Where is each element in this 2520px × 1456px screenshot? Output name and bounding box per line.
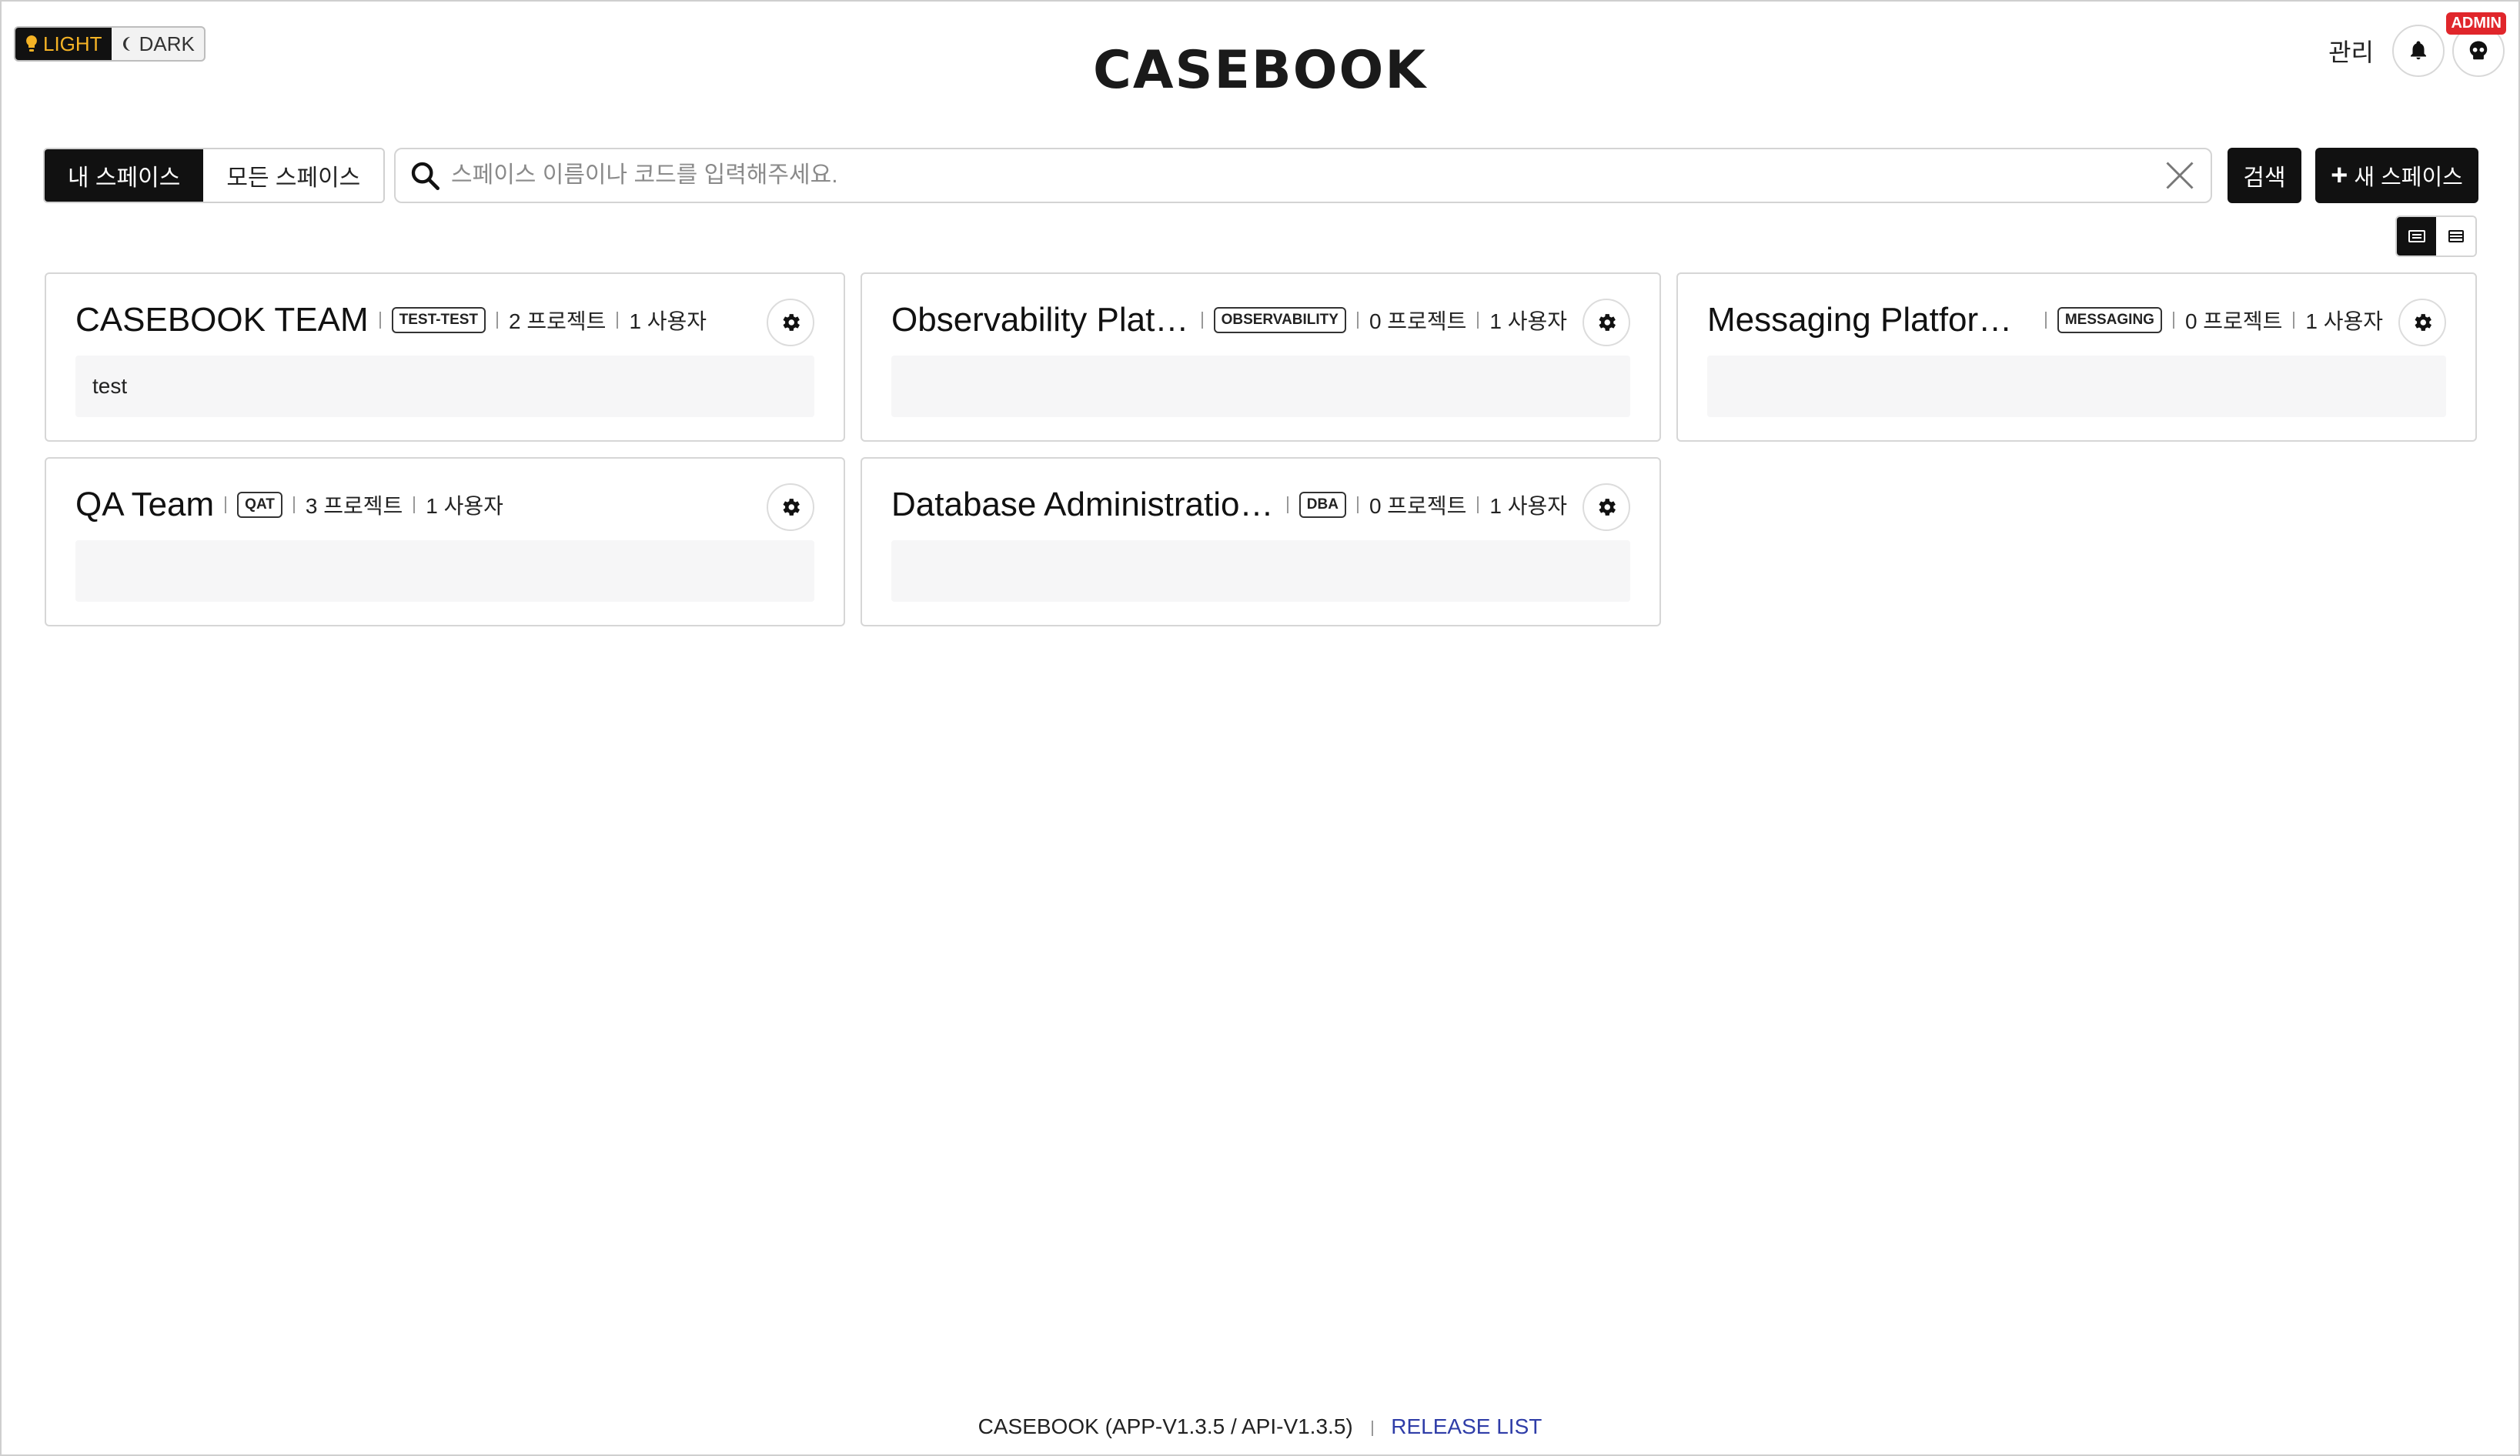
space-card-header: Observability Platfor... OBSERVABILITY 0… — [891, 296, 1567, 345]
divider — [292, 496, 295, 513]
bell-icon — [2411, 41, 2426, 60]
user-count: 1 사용자 — [1489, 309, 1567, 333]
user-count: 1 사용자 — [2305, 309, 2383, 333]
tab-my-spaces[interactable]: 내 스페이스 — [45, 149, 204, 202]
new-space-label: 새 스페이스 — [2354, 165, 2463, 190]
gear-icon — [1599, 314, 1616, 331]
space-card[interactable]: Observability Platfor... OBSERVABILITY 0… — [861, 272, 1661, 442]
space-description — [891, 356, 1630, 417]
divider — [1371, 1420, 1373, 1436]
divider — [1286, 496, 1288, 513]
view-toggle — [2395, 215, 2477, 257]
divider — [1356, 312, 1359, 329]
space-name[interactable]: Observability Platfor... — [891, 301, 1191, 339]
search-icon — [411, 162, 439, 191]
space-name[interactable]: QA Team — [75, 486, 214, 524]
project-count: 0 프로젝트 — [1369, 309, 1467, 333]
project-count: 3 프로젝트 — [305, 494, 403, 518]
space-settings-button[interactable] — [1583, 299, 1630, 346]
divider — [1356, 496, 1359, 513]
space-card-header: QA Team QAT 3 프로젝트 1 사용자 — [75, 480, 751, 529]
divider — [617, 312, 619, 329]
space-tabs: 내 스페이스 모든 스페이스 — [43, 148, 386, 203]
top-right-actions: 관리 ADMIN — [2328, 12, 2506, 77]
space-code-badge: TEST-TEST — [391, 307, 486, 333]
space-description — [1707, 356, 2446, 417]
list-view-button[interactable] — [2436, 217, 2475, 255]
space-name[interactable]: Messaging Platform Te... — [1707, 301, 2034, 339]
space-code-badge: MESSAGING — [2057, 307, 2162, 333]
space-settings-button[interactable] — [767, 299, 814, 346]
app-frame: LIGHT DARK CASEBOOK 관리 ADMIN 내 스페이스 모든 스… — [0, 0, 2520, 1456]
skull-icon — [2469, 41, 2488, 60]
list-view-icon — [2448, 230, 2464, 242]
divider — [1201, 312, 1203, 329]
gear-icon — [1599, 499, 1616, 516]
space-code-badge: DBA — [1298, 492, 1346, 518]
search-input[interactable] — [451, 162, 2163, 189]
footer: CASEBOOK (APP-V1.3.5 / API-V1.3.5) RELEA… — [2, 1414, 2518, 1439]
space-card[interactable]: Messaging Platform Te... MESSAGING 0 프로젝… — [1676, 272, 2477, 442]
space-card-header: Database Administration T... DBA 0 프로젝트 … — [891, 480, 1567, 529]
space-card[interactable]: Database Administration T... DBA 0 프로젝트 … — [861, 457, 1661, 626]
space-card[interactable]: QA Team QAT 3 프로젝트 1 사용자 — [45, 457, 845, 626]
divider — [2172, 312, 2174, 329]
space-name[interactable]: CASEBOOK TEAM — [75, 301, 369, 339]
space-card[interactable]: CASEBOOK TEAM TEST-TEST 2 프로젝트 1 사용자 tes… — [45, 272, 845, 442]
search-button[interactable]: 검색 — [2228, 148, 2301, 203]
divider — [496, 312, 499, 329]
divider — [1477, 496, 1479, 513]
gear-icon — [783, 499, 800, 516]
space-name[interactable]: Database Administration T... — [891, 486, 1276, 524]
card-view-button[interactable] — [2397, 217, 2436, 255]
project-count: 0 프로젝트 — [2184, 309, 2283, 333]
search-box — [394, 148, 2212, 203]
card-view-icon — [2408, 230, 2425, 242]
close-icon[interactable] — [2163, 159, 2197, 192]
plus-icon: + — [2331, 159, 2348, 192]
space-description: test — [75, 356, 814, 417]
admin-link[interactable]: 관리 — [2328, 33, 2374, 68]
tab-all-spaces[interactable]: 모든 스페이스 — [203, 149, 384, 202]
gear-icon — [2415, 314, 2431, 331]
space-description — [75, 540, 814, 602]
user-count: 1 사용자 — [1489, 494, 1567, 518]
version-text: CASEBOOK (APP-V1.3.5 / API-V1.3.5) — [978, 1414, 1353, 1438]
admin-badge: ADMIN — [2446, 12, 2506, 35]
user-avatar-button[interactable]: ADMIN — [2446, 12, 2506, 77]
release-list-link[interactable]: RELEASE LIST — [1391, 1414, 1542, 1438]
new-space-button[interactable]: + 새 스페이스 — [2315, 148, 2478, 203]
space-settings-button[interactable] — [767, 483, 814, 531]
user-count: 1 사용자 — [426, 494, 503, 518]
space-description — [891, 540, 1630, 602]
space-settings-button[interactable] — [2398, 299, 2446, 346]
divider — [2293, 312, 2295, 329]
project-count: 0 프로젝트 — [1369, 494, 1467, 518]
space-settings-button[interactable] — [1583, 483, 1630, 531]
project-count: 2 프로젝트 — [509, 309, 607, 333]
space-code-badge: OBSERVABILITY — [1213, 307, 1346, 333]
divider — [225, 496, 227, 513]
divider — [1477, 312, 1479, 329]
divider — [413, 496, 416, 513]
gear-icon — [783, 314, 800, 331]
user-count: 1 사용자 — [629, 309, 707, 333]
space-card-header: CASEBOOK TEAM TEST-TEST 2 프로젝트 1 사용자 — [75, 296, 751, 345]
divider — [2044, 312, 2047, 329]
space-code-badge: QAT — [237, 492, 282, 518]
divider — [379, 312, 381, 329]
app-logo[interactable]: CASEBOOK — [2, 40, 2518, 101]
notification-button[interactable] — [2392, 25, 2445, 77]
space-card-header: Messaging Platform Te... MESSAGING 0 프로젝… — [1707, 296, 2383, 345]
